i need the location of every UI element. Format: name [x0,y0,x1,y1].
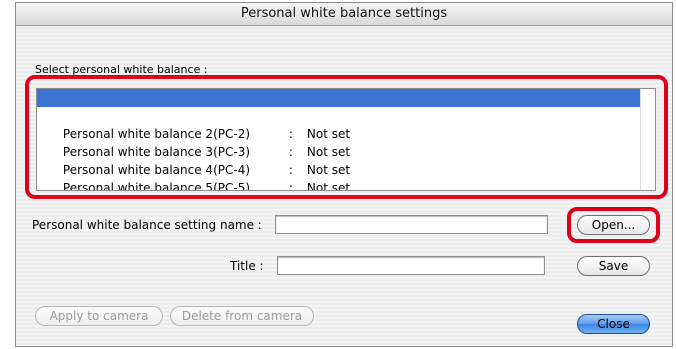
list-highlight-frame [25,75,668,199]
title-label: Title : [230,259,264,273]
close-button[interactable]: Close [577,314,650,334]
save-button[interactable]: Save [577,256,650,276]
dialog-window: Personal white balance settings Select p… [15,2,673,347]
dialog-title: Personal white balance settings [16,3,672,26]
open-button[interactable]: Open... [577,215,650,235]
title-field[interactable] [277,256,545,275]
apply-to-camera-button[interactable]: Apply to camera [35,306,163,326]
setting-name-field[interactable] [275,215,548,234]
delete-from-camera-button[interactable]: Delete from camera [170,306,314,326]
setting-name-label: Personal white balance setting name : [32,218,262,232]
